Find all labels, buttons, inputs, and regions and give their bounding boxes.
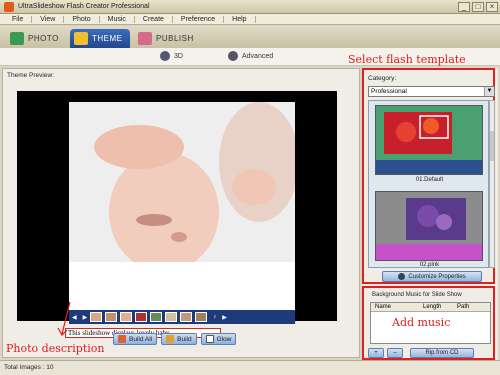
minimize-icon[interactable]: _ bbox=[458, 1, 470, 12]
annotation-photo-description: Photo description bbox=[6, 342, 105, 355]
thumbnail[interactable] bbox=[180, 312, 193, 322]
total-images: Total Images : 10 bbox=[4, 364, 54, 371]
menu-preference[interactable]: Preference bbox=[173, 15, 225, 23]
3d-mode-icon bbox=[160, 51, 170, 61]
build-actions: Build All Build Glow bbox=[113, 333, 240, 345]
annotation-add-music: Add music bbox=[392, 316, 451, 329]
mode-3d-label: 3D bbox=[174, 52, 183, 60]
rip-label: Rip from CD bbox=[425, 350, 459, 356]
tab-publish-label: Publish bbox=[156, 34, 194, 43]
baby-photo bbox=[69, 102, 295, 310]
customize-label: Customize Properties bbox=[408, 273, 466, 280]
template-selector: Category: Professional ▼ 01.Default 02.p… bbox=[362, 68, 495, 284]
column-name: Name bbox=[375, 304, 392, 310]
thumbnail[interactable] bbox=[90, 312, 103, 322]
glow-button[interactable]: Glow bbox=[200, 333, 237, 345]
template-list: 01.Default 02.pink bbox=[368, 100, 489, 268]
status-bar: Total Images : 10 bbox=[0, 360, 500, 375]
play-icon[interactable]: ▶ bbox=[83, 314, 88, 321]
template-thumbnail[interactable] bbox=[375, 191, 483, 261]
customize-properties-button[interactable]: Customize Properties bbox=[382, 271, 482, 282]
tab-theme[interactable]: Theme bbox=[70, 29, 130, 48]
category-label: Category: bbox=[368, 75, 397, 82]
category-select[interactable]: Professional ▼ bbox=[368, 86, 495, 97]
build-button[interactable]: Build bbox=[161, 333, 197, 345]
theme-icon bbox=[74, 32, 88, 45]
menu-help[interactable]: Help bbox=[224, 15, 256, 23]
music-table-header: Name Length Path bbox=[371, 303, 490, 312]
menu-create[interactable]: Create bbox=[135, 15, 173, 23]
volume-icon[interactable]: ♪ bbox=[213, 314, 216, 320]
build-all-button[interactable]: Build All bbox=[113, 333, 158, 345]
app-icon bbox=[4, 1, 14, 12]
menu-bar: File View Photo Music Create Preference … bbox=[0, 14, 500, 25]
menu-photo[interactable]: Photo bbox=[64, 15, 100, 23]
next-icon[interactable]: ▶ bbox=[222, 314, 227, 321]
window-title: UltraSlideshow Flash Creator Professiona… bbox=[18, 3, 150, 10]
glow-icon bbox=[205, 335, 214, 343]
chevron-down-icon: ▼ bbox=[484, 87, 494, 96]
thumbnail[interactable] bbox=[165, 312, 178, 322]
remove-music-button[interactable]: – bbox=[387, 348, 403, 358]
player-bar: ◀ ▶ ♪ ▶ bbox=[69, 310, 295, 324]
add-music-button[interactable]: + bbox=[368, 348, 384, 358]
template-thumbnail[interactable] bbox=[375, 105, 483, 175]
baby-photo-image bbox=[69, 102, 295, 310]
music-label: Background Music for Slide Show bbox=[372, 292, 462, 298]
publish-icon bbox=[138, 32, 152, 45]
tab-photo[interactable]: Photo bbox=[6, 29, 66, 48]
tab-publish[interactable]: Publish bbox=[134, 29, 194, 48]
tab-photo-label: Photo bbox=[28, 34, 59, 43]
menu-view[interactable]: View bbox=[32, 15, 65, 23]
tab-theme-label: Theme bbox=[92, 34, 123, 43]
thumbnail[interactable] bbox=[105, 312, 118, 322]
build-all-icon bbox=[118, 335, 126, 343]
title-bar: UltraSlideshow Flash Creator Professiona… bbox=[0, 0, 500, 14]
thumbnail[interactable] bbox=[150, 312, 163, 322]
rip-from-cd-button[interactable]: Rip from CD bbox=[410, 348, 474, 358]
build-icon bbox=[166, 335, 175, 343]
thumbnail[interactable] bbox=[195, 312, 208, 322]
photo-icon bbox=[10, 32, 24, 45]
annotation-select-template: Select flash template bbox=[348, 53, 466, 66]
template-scrollbar[interactable] bbox=[489, 100, 495, 268]
template-name: 01.Default bbox=[415, 177, 444, 183]
music-actions: + – Rip from CD bbox=[368, 348, 477, 358]
build-all-label: Build All bbox=[129, 335, 153, 343]
column-length: Length bbox=[423, 304, 442, 310]
mode-3d[interactable]: 3D bbox=[160, 51, 183, 61]
menu-music[interactable]: Music bbox=[100, 15, 135, 23]
advanced-mode-icon bbox=[228, 51, 238, 61]
close-icon[interactable]: × bbox=[486, 1, 498, 12]
menu-file[interactable]: File bbox=[4, 15, 33, 23]
category-value: Professional bbox=[371, 88, 407, 95]
build-label: Build bbox=[177, 335, 192, 343]
glow-label: Glow bbox=[216, 335, 232, 343]
template-name: 02.pink bbox=[419, 262, 440, 268]
maximize-icon[interactable]: □ bbox=[472, 1, 484, 12]
preview-stage: This slideshow displays lovely baby ◀ ▶ … bbox=[17, 91, 337, 338]
column-path: Path bbox=[457, 304, 470, 310]
annotation-arrow-icon bbox=[57, 301, 71, 336]
thumbnail[interactable] bbox=[120, 312, 133, 322]
thumbnail[interactable] bbox=[135, 312, 148, 322]
preview-label: Theme Preview: bbox=[7, 72, 54, 79]
mode-advanced-label: Advanced bbox=[242, 52, 274, 60]
settings-icon bbox=[398, 273, 406, 280]
mode-advanced[interactable]: Advanced bbox=[228, 51, 273, 61]
main-tabs: Photo Theme Publish bbox=[0, 26, 500, 48]
